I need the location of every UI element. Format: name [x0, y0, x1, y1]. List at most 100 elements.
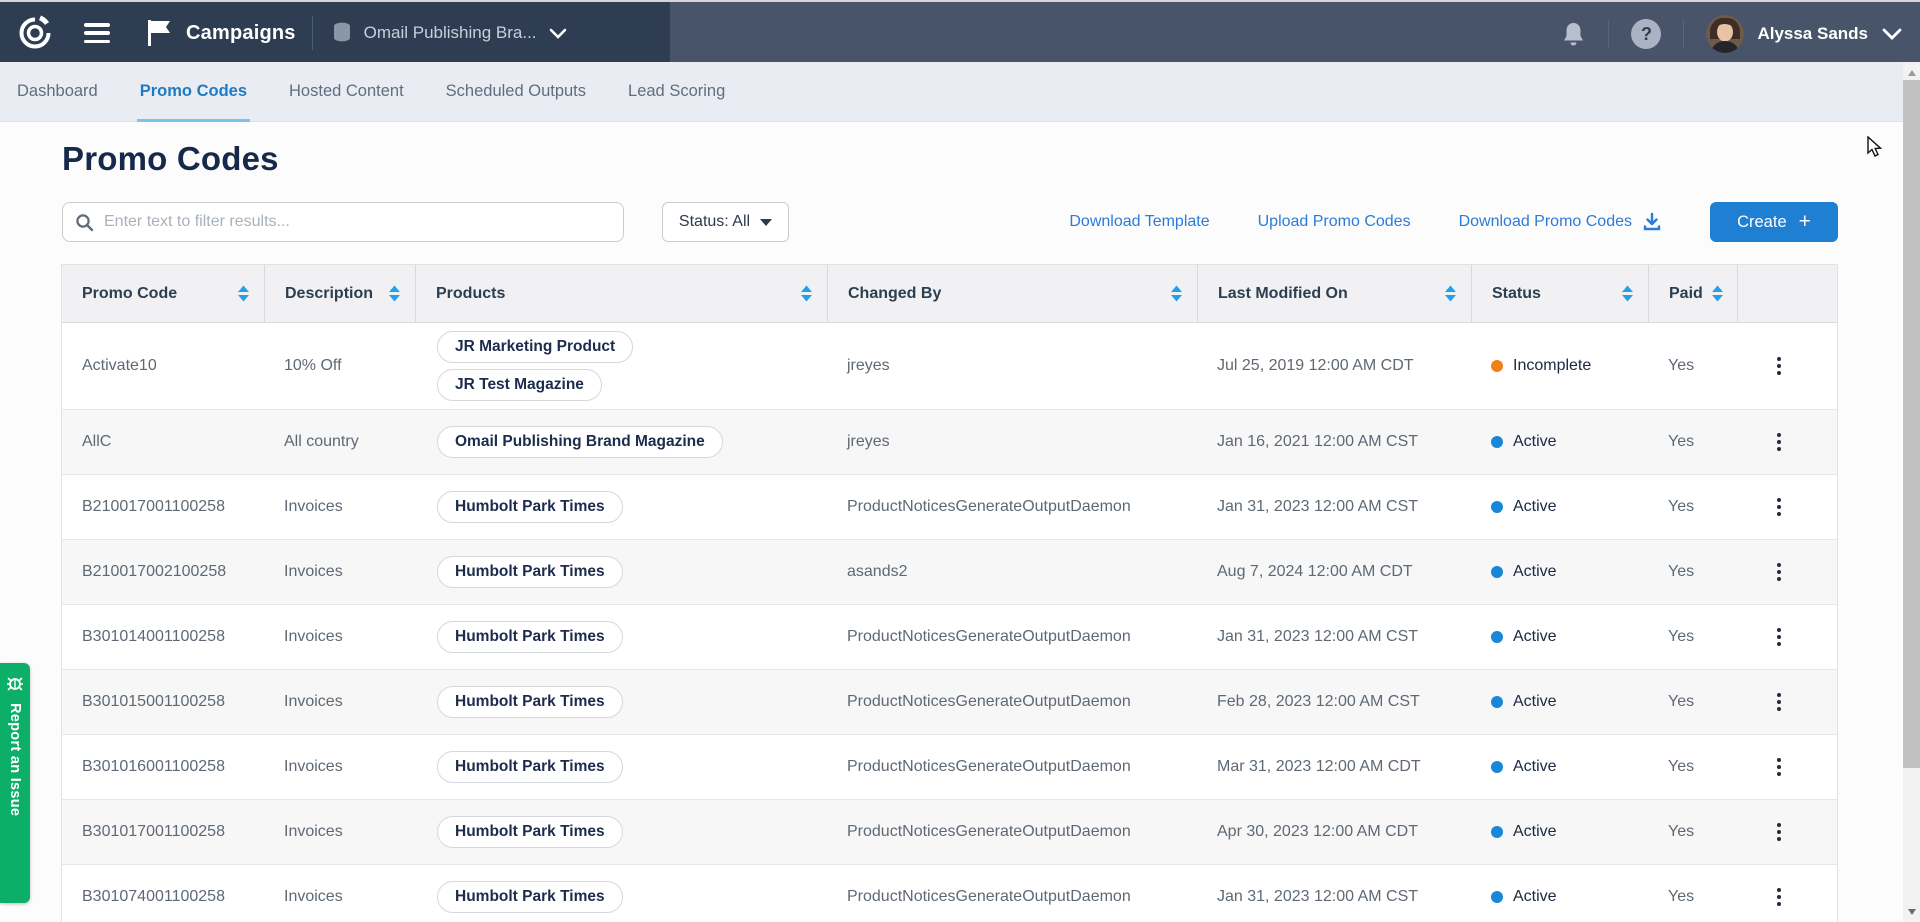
row-actions-kebab-menu[interactable] [1771, 427, 1787, 457]
vertical-scrollbar [1903, 62, 1920, 922]
scrollbar-down-arrow[interactable] [1903, 903, 1920, 920]
download-template-link[interactable]: Download Template [1069, 213, 1209, 231]
changed-by-cell: jreyes [827, 323, 1197, 409]
paid-cell: Yes [1648, 865, 1737, 922]
menu-hamburger-icon[interactable] [84, 23, 110, 43]
actions-cell [1737, 670, 1837, 734]
download-promo-codes-link[interactable]: Download Promo Codes [1459, 212, 1662, 232]
sort-icon[interactable] [1444, 285, 1457, 302]
changed-by-cell-text: jreyes [847, 433, 890, 451]
sort-icon[interactable] [237, 285, 250, 302]
scrollbar-thumb[interactable] [1903, 80, 1920, 768]
description-cell-text: Invoices [284, 823, 343, 841]
promo-code-cell: Activate10 [62, 323, 264, 409]
tab-dashboard[interactable]: Dashboard [17, 62, 98, 122]
row-actions-kebab-menu[interactable] [1771, 351, 1787, 381]
create-button[interactable]: Create + [1710, 202, 1838, 242]
tab-lead-scoring[interactable]: Lead Scoring [628, 62, 725, 122]
product-pill: Humbolt Park Times [437, 816, 623, 848]
changed-by-cell: ProductNoticesGenerateOutputDaemon [827, 800, 1197, 864]
row-actions-kebab-menu[interactable] [1771, 817, 1787, 847]
row-actions-kebab-menu[interactable] [1771, 687, 1787, 717]
column-header-paid[interactable]: Paid [1648, 265, 1737, 322]
row-actions-kebab-menu[interactable] [1771, 622, 1787, 652]
row-actions-kebab-menu[interactable] [1771, 557, 1787, 587]
description-cell-text: All country [284, 433, 359, 451]
create-button-label: Create [1737, 213, 1787, 232]
row-actions-kebab-menu[interactable] [1771, 882, 1787, 912]
column-label: Last Modified On [1218, 285, 1348, 303]
paid-cell-text: Yes [1668, 888, 1694, 906]
description-cell: Invoices [264, 605, 415, 669]
sort-icon[interactable] [1621, 285, 1634, 302]
description-cell-text: Invoices [284, 628, 343, 646]
column-header-description[interactable]: Description [264, 265, 415, 322]
product-pill: Humbolt Park Times [437, 686, 623, 718]
actions-cell [1737, 475, 1837, 539]
table-row: B301074001100258InvoicesHumbolt Park Tim… [62, 865, 1837, 922]
last-modified-cell: Jan 16, 2021 12:00 AM CST [1197, 410, 1471, 474]
product-pill: Humbolt Park Times [437, 751, 623, 783]
brand-selector-value: Omail Publishing Bra... [364, 23, 537, 43]
column-header-changed-by[interactable]: Changed By [827, 265, 1197, 322]
row-actions-kebab-menu[interactable] [1771, 492, 1787, 522]
description-cell: Invoices [264, 475, 415, 539]
sort-icon[interactable] [1170, 285, 1183, 302]
user-name: Alyssa Sands [1757, 24, 1868, 44]
actions-cell [1737, 323, 1837, 409]
last-modified-cell-text: Jul 25, 2019 12:00 AM CDT [1217, 357, 1414, 375]
scrollbar-up-arrow[interactable] [1903, 64, 1920, 81]
user-menu-chevron-icon[interactable] [1882, 28, 1902, 40]
notifications-bell-icon[interactable] [1561, 21, 1586, 48]
tab-scheduled-outputs[interactable]: Scheduled Outputs [446, 62, 586, 122]
paid-cell: Yes [1648, 323, 1737, 409]
sort-icon[interactable] [800, 285, 813, 302]
brand-selector-dropdown[interactable]: Omail Publishing Bra... [331, 21, 567, 45]
search-input[interactable] [104, 213, 611, 231]
promo-code-cell-text: B210017002100258 [82, 563, 226, 581]
app-section-title: Campaigns [186, 22, 296, 45]
status-label: Active [1513, 693, 1557, 711]
report-an-issue-tab[interactable]: Report an Issue [0, 663, 30, 903]
bug-icon [5, 673, 25, 693]
column-header-last-modified-on[interactable]: Last Modified On [1197, 265, 1471, 322]
column-label: Status [1492, 285, 1541, 303]
description-cell: Invoices [264, 865, 415, 922]
app-logo[interactable] [16, 14, 54, 52]
status-dot [1491, 826, 1503, 838]
plus-icon: + [1799, 211, 1811, 232]
upload-promo-codes-link[interactable]: Upload Promo Codes [1258, 213, 1411, 231]
database-icon [331, 21, 353, 45]
tab-hosted-content[interactable]: Hosted Content [289, 62, 404, 122]
upload-promo-codes-label: Upload Promo Codes [1258, 213, 1411, 231]
user-avatar[interactable] [1706, 15, 1744, 53]
description-cell: 10% Off [264, 323, 415, 409]
promo-code-cell-text: B301074001100258 [82, 888, 225, 906]
description-cell-text: Invoices [284, 563, 343, 581]
column-header-status[interactable]: Status [1471, 265, 1648, 322]
product-pill: Humbolt Park Times [437, 621, 623, 653]
promo-code-cell-text: B301016001100258 [82, 758, 225, 776]
help-icon[interactable]: ? [1631, 19, 1661, 49]
status-cell: Active [1471, 800, 1648, 864]
product-pill: Humbolt Park Times [437, 556, 623, 588]
table-row: B210017001100258InvoicesHumbolt Park Tim… [62, 475, 1837, 540]
sort-icon[interactable] [1711, 285, 1724, 302]
column-header-promo-code[interactable]: Promo Code [62, 265, 264, 322]
column-header-products[interactable]: Products [415, 265, 827, 322]
status-filter-dropdown[interactable]: Status: All [662, 202, 789, 242]
promo-code-cell: B301016001100258 [62, 735, 264, 799]
section-nav: Dashboard Promo Codes Hosted Content Sch… [0, 62, 1920, 122]
row-actions-kebab-menu[interactable] [1771, 752, 1787, 782]
products-cell: Humbolt Park Times [415, 800, 827, 864]
sort-icon[interactable] [388, 285, 401, 302]
tab-promo-codes[interactable]: Promo Codes [140, 62, 247, 122]
table-row: Activate1010% OffJR Marketing ProductJR … [62, 323, 1837, 410]
paid-cell: Yes [1648, 735, 1737, 799]
status-dot [1491, 360, 1503, 372]
products-cell: Humbolt Park Times [415, 670, 827, 734]
promo-codes-table: Promo CodeDescriptionProductsChanged By L… [61, 264, 1838, 922]
download-icon [1642, 212, 1662, 232]
status-label: Active [1513, 433, 1557, 451]
last-modified-cell: Aug 7, 2024 12:00 AM CDT [1197, 540, 1471, 604]
